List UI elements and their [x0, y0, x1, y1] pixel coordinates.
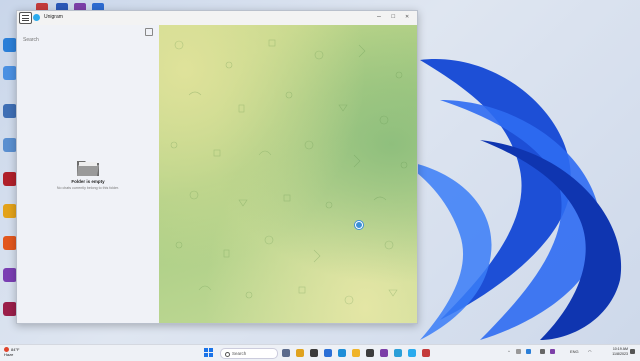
filter-icon[interactable] [145, 28, 153, 36]
weather-widget[interactable]: 84°F Haze [4, 347, 20, 357]
windows-start-icon[interactable] [204, 348, 214, 358]
empty-folder-title: Folder is empty [71, 179, 105, 184]
desktop-app-icon[interactable] [3, 268, 17, 282]
language-indicator[interactable]: ENG [570, 349, 579, 354]
chat-background [159, 25, 417, 323]
tray-icon[interactable] [550, 349, 555, 354]
desktop-app-icon[interactable] [3, 172, 17, 186]
desktop-app-icon[interactable] [3, 204, 17, 218]
folder-icon [76, 157, 100, 177]
weather-temp: 84°F [11, 347, 20, 352]
tray-arrow-icon[interactable]: ^ [508, 349, 510, 354]
taskbar-search-placeholder: Search [232, 350, 247, 356]
taskbar-search[interactable]: Search [220, 348, 278, 359]
taskbar-app-icon[interactable] [296, 349, 304, 357]
taskbar-app-icon[interactable] [352, 349, 360, 357]
search-input[interactable] [23, 36, 133, 44]
tray-icon[interactable] [526, 349, 531, 354]
doodle-pattern [170, 39, 408, 305]
telegram-icon [33, 14, 40, 21]
wallpaper-bloom [380, 40, 640, 340]
notification-icon[interactable] [630, 349, 635, 354]
taskbar-app-icon[interactable] [338, 349, 346, 357]
taskbar-app-icon[interactable] [310, 349, 318, 357]
minimize-button[interactable]: – [377, 13, 381, 21]
mouse-cursor-indicator [355, 221, 363, 229]
desktop-app-icon[interactable] [3, 138, 17, 152]
window-titlebar[interactable]: Unigram – ☐ ✕ [17, 11, 417, 25]
taskbar-app-icon[interactable] [422, 349, 430, 357]
wifi-icon[interactable]: ◠ [588, 349, 592, 354]
taskbar-app-icon[interactable] [366, 349, 374, 357]
maximize-button[interactable]: ☐ [391, 13, 395, 21]
empty-folder-subtitle: No chats currently belong to this folder… [56, 186, 120, 190]
window-title: Unigram [44, 14, 63, 20]
telegram-window: Unigram – ☐ ✕ Folder is empty No chats c… [16, 10, 418, 324]
close-button[interactable]: ✕ [405, 13, 409, 21]
system-clock[interactable]: 10:19 AM 11/8/2023 [612, 347, 628, 357]
hamburger-icon[interactable] [19, 12, 32, 24]
tray-icon[interactable] [516, 349, 521, 354]
desktop-app-icon[interactable] [3, 66, 17, 80]
chat-list-pane: Folder is empty No chats currently belon… [17, 25, 159, 323]
taskbar-app-icon[interactable] [394, 349, 402, 357]
desktop-app-icon[interactable] [3, 236, 17, 250]
search-icon [225, 351, 230, 357]
empty-folder-state: Folder is empty No chats currently belon… [17, 157, 159, 190]
desktop-app-icon[interactable] [3, 302, 17, 316]
desktop-app-icon[interactable] [3, 38, 17, 52]
taskbar-app-icon[interactable] [408, 349, 416, 357]
taskbar-app-icon[interactable] [324, 349, 332, 357]
desktop-app-icon[interactable] [3, 104, 17, 118]
search-bar [23, 28, 153, 44]
clock-date: 11/8/2023 [612, 352, 628, 356]
tray-icon[interactable] [540, 349, 545, 354]
taskbar: 84°F Haze Search ^ ENG ◠ 10:19 AM 11/8/2… [0, 344, 640, 361]
taskbar-app-icon[interactable] [380, 349, 388, 357]
weather-desc: Haze [4, 352, 14, 358]
taskbar-app-icon[interactable] [282, 349, 290, 357]
